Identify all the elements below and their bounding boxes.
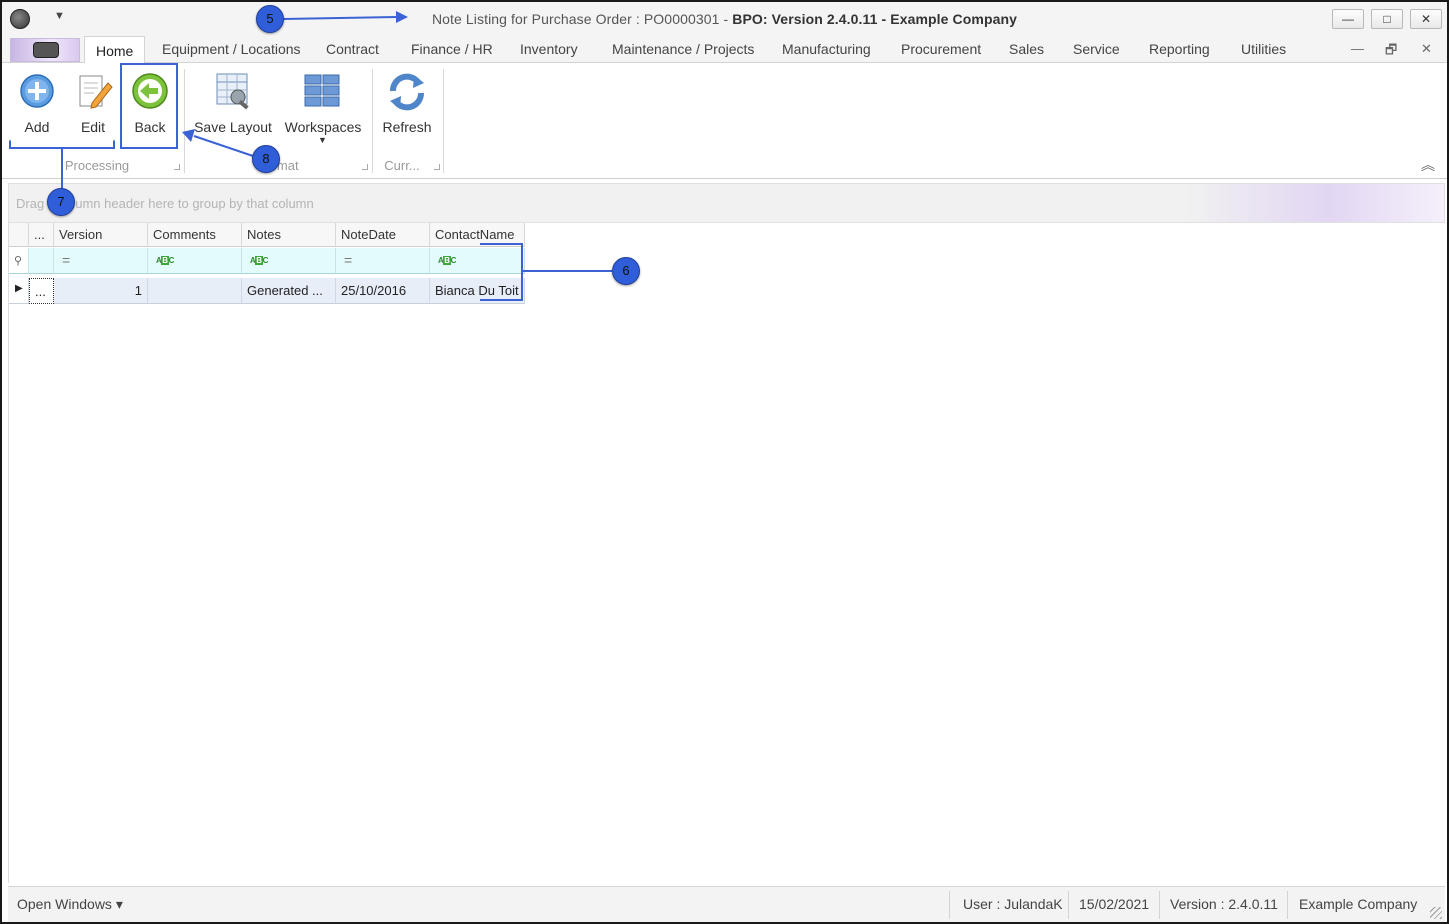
annotation-arrows	[61, 11, 612, 272]
callout-8: 8	[252, 145, 280, 173]
callout-6: 6	[612, 257, 640, 285]
callout-5: 5	[256, 5, 284, 33]
arrow-5	[282, 16, 399, 20]
arrow-8	[193, 135, 254, 157]
arrow-5-head	[396, 11, 408, 23]
callout-7: 7	[47, 188, 75, 216]
arrow-8-head	[182, 129, 195, 142]
